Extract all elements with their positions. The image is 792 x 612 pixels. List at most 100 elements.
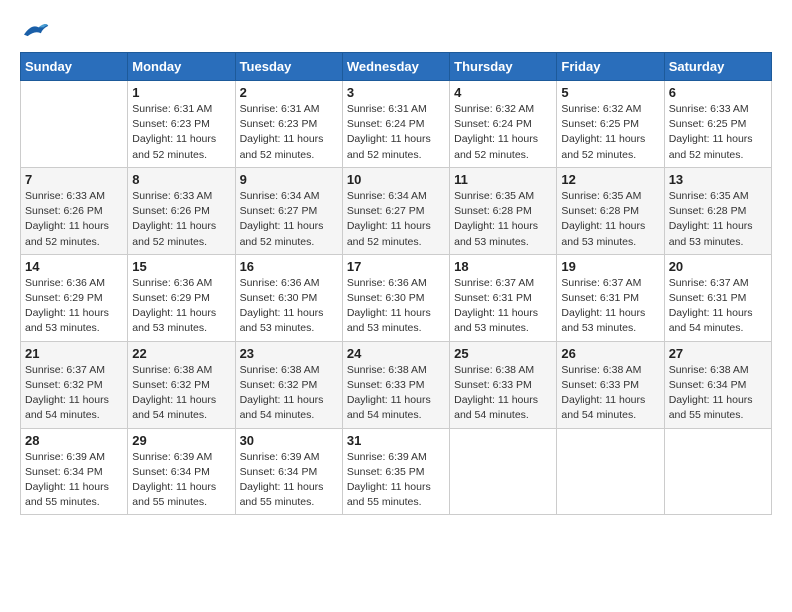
day-info: Sunrise: 6:39 AM Sunset: 6:34 PM Dayligh… <box>240 450 338 511</box>
calendar-cell <box>664 428 771 515</box>
day-number: 23 <box>240 346 338 361</box>
calendar-cell: 23 Sunrise: 6:38 AM Sunset: 6:32 PM Dayl… <box>235 341 342 428</box>
day-info: Sunrise: 6:33 AM Sunset: 6:26 PM Dayligh… <box>25 189 123 250</box>
calendar-week-row: 14 Sunrise: 6:36 AM Sunset: 6:29 PM Dayl… <box>21 254 772 341</box>
day-number: 27 <box>669 346 767 361</box>
day-number: 31 <box>347 433 445 448</box>
calendar-cell: 5 Sunrise: 6:32 AM Sunset: 6:25 PM Dayli… <box>557 81 664 168</box>
day-number: 11 <box>454 172 552 187</box>
weekday-header: Sunday <box>21 53 128 81</box>
day-number: 12 <box>561 172 659 187</box>
day-info: Sunrise: 6:32 AM Sunset: 6:24 PM Dayligh… <box>454 102 552 163</box>
day-info: Sunrise: 6:32 AM Sunset: 6:25 PM Dayligh… <box>561 102 659 163</box>
day-info: Sunrise: 6:38 AM Sunset: 6:32 PM Dayligh… <box>240 363 338 424</box>
weekday-header: Friday <box>557 53 664 81</box>
calendar-cell: 25 Sunrise: 6:38 AM Sunset: 6:33 PM Dayl… <box>450 341 557 428</box>
calendar-week-row: 1 Sunrise: 6:31 AM Sunset: 6:23 PM Dayli… <box>21 81 772 168</box>
day-number: 26 <box>561 346 659 361</box>
calendar-cell: 28 Sunrise: 6:39 AM Sunset: 6:34 PM Dayl… <box>21 428 128 515</box>
calendar-cell: 15 Sunrise: 6:36 AM Sunset: 6:29 PM Dayl… <box>128 254 235 341</box>
day-info: Sunrise: 6:31 AM Sunset: 6:24 PM Dayligh… <box>347 102 445 163</box>
calendar-cell <box>21 81 128 168</box>
day-info: Sunrise: 6:38 AM Sunset: 6:32 PM Dayligh… <box>132 363 230 424</box>
weekday-header-row: SundayMondayTuesdayWednesdayThursdayFrid… <box>21 53 772 81</box>
day-number: 15 <box>132 259 230 274</box>
calendar-cell: 19 Sunrise: 6:37 AM Sunset: 6:31 PM Dayl… <box>557 254 664 341</box>
day-number: 29 <box>132 433 230 448</box>
calendar-cell <box>557 428 664 515</box>
calendar-cell: 24 Sunrise: 6:38 AM Sunset: 6:33 PM Dayl… <box>342 341 449 428</box>
calendar-week-row: 28 Sunrise: 6:39 AM Sunset: 6:34 PM Dayl… <box>21 428 772 515</box>
day-info: Sunrise: 6:38 AM Sunset: 6:33 PM Dayligh… <box>454 363 552 424</box>
calendar-cell: 18 Sunrise: 6:37 AM Sunset: 6:31 PM Dayl… <box>450 254 557 341</box>
calendar-cell: 4 Sunrise: 6:32 AM Sunset: 6:24 PM Dayli… <box>450 81 557 168</box>
day-info: Sunrise: 6:37 AM Sunset: 6:31 PM Dayligh… <box>561 276 659 337</box>
day-info: Sunrise: 6:36 AM Sunset: 6:30 PM Dayligh… <box>240 276 338 337</box>
calendar-cell: 7 Sunrise: 6:33 AM Sunset: 6:26 PM Dayli… <box>21 167 128 254</box>
calendar-cell: 21 Sunrise: 6:37 AM Sunset: 6:32 PM Dayl… <box>21 341 128 428</box>
day-info: Sunrise: 6:38 AM Sunset: 6:33 PM Dayligh… <box>561 363 659 424</box>
day-number: 4 <box>454 85 552 100</box>
day-number: 24 <box>347 346 445 361</box>
logo <box>20 20 54 42</box>
day-number: 30 <box>240 433 338 448</box>
day-info: Sunrise: 6:38 AM Sunset: 6:34 PM Dayligh… <box>669 363 767 424</box>
day-info: Sunrise: 6:34 AM Sunset: 6:27 PM Dayligh… <box>240 189 338 250</box>
day-info: Sunrise: 6:34 AM Sunset: 6:27 PM Dayligh… <box>347 189 445 250</box>
calendar-cell: 31 Sunrise: 6:39 AM Sunset: 6:35 PM Dayl… <box>342 428 449 515</box>
day-number: 19 <box>561 259 659 274</box>
calendar-cell <box>450 428 557 515</box>
day-number: 18 <box>454 259 552 274</box>
day-info: Sunrise: 6:36 AM Sunset: 6:29 PM Dayligh… <box>25 276 123 337</box>
calendar-week-row: 7 Sunrise: 6:33 AM Sunset: 6:26 PM Dayli… <box>21 167 772 254</box>
day-number: 3 <box>347 85 445 100</box>
calendar-cell: 1 Sunrise: 6:31 AM Sunset: 6:23 PM Dayli… <box>128 81 235 168</box>
calendar-cell: 9 Sunrise: 6:34 AM Sunset: 6:27 PM Dayli… <box>235 167 342 254</box>
day-info: Sunrise: 6:35 AM Sunset: 6:28 PM Dayligh… <box>561 189 659 250</box>
day-number: 16 <box>240 259 338 274</box>
day-info: Sunrise: 6:35 AM Sunset: 6:28 PM Dayligh… <box>454 189 552 250</box>
calendar-week-row: 21 Sunrise: 6:37 AM Sunset: 6:32 PM Dayl… <box>21 341 772 428</box>
day-number: 5 <box>561 85 659 100</box>
day-info: Sunrise: 6:36 AM Sunset: 6:30 PM Dayligh… <box>347 276 445 337</box>
day-info: Sunrise: 6:39 AM Sunset: 6:34 PM Dayligh… <box>132 450 230 511</box>
day-info: Sunrise: 6:31 AM Sunset: 6:23 PM Dayligh… <box>132 102 230 163</box>
day-info: Sunrise: 6:38 AM Sunset: 6:33 PM Dayligh… <box>347 363 445 424</box>
weekday-header: Wednesday <box>342 53 449 81</box>
day-number: 25 <box>454 346 552 361</box>
calendar-cell: 20 Sunrise: 6:37 AM Sunset: 6:31 PM Dayl… <box>664 254 771 341</box>
weekday-header: Tuesday <box>235 53 342 81</box>
calendar-cell: 17 Sunrise: 6:36 AM Sunset: 6:30 PM Dayl… <box>342 254 449 341</box>
calendar-cell: 12 Sunrise: 6:35 AM Sunset: 6:28 PM Dayl… <box>557 167 664 254</box>
day-number: 14 <box>25 259 123 274</box>
day-number: 8 <box>132 172 230 187</box>
calendar-cell: 26 Sunrise: 6:38 AM Sunset: 6:33 PM Dayl… <box>557 341 664 428</box>
calendar-cell: 11 Sunrise: 6:35 AM Sunset: 6:28 PM Dayl… <box>450 167 557 254</box>
day-info: Sunrise: 6:39 AM Sunset: 6:35 PM Dayligh… <box>347 450 445 511</box>
day-number: 22 <box>132 346 230 361</box>
calendar-cell: 2 Sunrise: 6:31 AM Sunset: 6:23 PM Dayli… <box>235 81 342 168</box>
day-number: 21 <box>25 346 123 361</box>
calendar-cell: 13 Sunrise: 6:35 AM Sunset: 6:28 PM Dayl… <box>664 167 771 254</box>
calendar-cell: 6 Sunrise: 6:33 AM Sunset: 6:25 PM Dayli… <box>664 81 771 168</box>
calendar-cell: 10 Sunrise: 6:34 AM Sunset: 6:27 PM Dayl… <box>342 167 449 254</box>
day-number: 10 <box>347 172 445 187</box>
day-number: 7 <box>25 172 123 187</box>
weekday-header: Monday <box>128 53 235 81</box>
calendar-table: SundayMondayTuesdayWednesdayThursdayFrid… <box>20 52 772 515</box>
day-number: 6 <box>669 85 767 100</box>
day-number: 9 <box>240 172 338 187</box>
calendar-cell: 30 Sunrise: 6:39 AM Sunset: 6:34 PM Dayl… <box>235 428 342 515</box>
day-info: Sunrise: 6:36 AM Sunset: 6:29 PM Dayligh… <box>132 276 230 337</box>
day-info: Sunrise: 6:35 AM Sunset: 6:28 PM Dayligh… <box>669 189 767 250</box>
calendar-cell: 27 Sunrise: 6:38 AM Sunset: 6:34 PM Dayl… <box>664 341 771 428</box>
day-number: 20 <box>669 259 767 274</box>
day-number: 1 <box>132 85 230 100</box>
calendar-cell: 8 Sunrise: 6:33 AM Sunset: 6:26 PM Dayli… <box>128 167 235 254</box>
day-info: Sunrise: 6:33 AM Sunset: 6:26 PM Dayligh… <box>132 189 230 250</box>
calendar-cell: 22 Sunrise: 6:38 AM Sunset: 6:32 PM Dayl… <box>128 341 235 428</box>
day-info: Sunrise: 6:33 AM Sunset: 6:25 PM Dayligh… <box>669 102 767 163</box>
calendar-cell: 3 Sunrise: 6:31 AM Sunset: 6:24 PM Dayli… <box>342 81 449 168</box>
day-info: Sunrise: 6:37 AM Sunset: 6:31 PM Dayligh… <box>669 276 767 337</box>
calendar-cell: 29 Sunrise: 6:39 AM Sunset: 6:34 PM Dayl… <box>128 428 235 515</box>
